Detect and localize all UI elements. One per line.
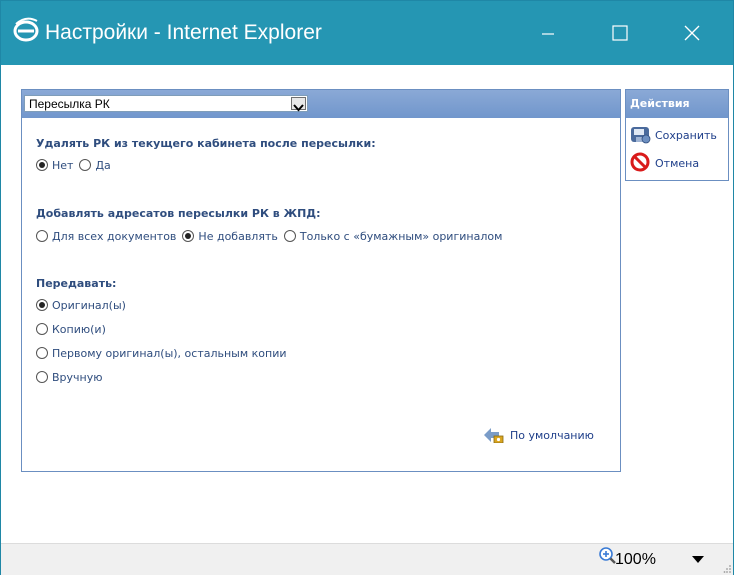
settings-panel: Пересылка РК Удалять РК из текущего каби…: [21, 89, 621, 472]
radio-transfer-first-original[interactable]: Первому оригинал(ы), остальным копии: [36, 347, 287, 360]
radio-button-checked[interactable]: [182, 230, 195, 242]
radio-delete-yes[interactable]: Да: [79, 159, 111, 172]
minimize-icon: [542, 33, 554, 35]
radio-button-checked[interactable]: [36, 299, 48, 311]
radio-button-checked[interactable]: [36, 159, 48, 171]
title-bar: Настройки - Internet Explorer: [1, 1, 733, 65]
add-recipients-label: Добавлять адресатов пересылки РК в ЖПД:: [36, 207, 321, 220]
browser-window: Настройки - Internet Explorer Пересылка …: [0, 0, 734, 575]
delete-after-forward-label: Удалять РК из текущего кабинета после пе…: [36, 137, 376, 150]
chevron-down-icon[interactable]: [291, 97, 306, 112]
restore-defaults-icon: [484, 428, 504, 443]
section-select[interactable]: Пересылка РК: [24, 95, 308, 112]
page-content: Пересылка РК Удалять РК из текущего каби…: [1, 65, 733, 543]
save-button[interactable]: Сохранить: [630, 124, 717, 144]
ie-logo-icon: [13, 17, 39, 42]
radio-add-none[interactable]: Не добавлять: [182, 230, 278, 243]
maximize-icon: [612, 25, 628, 41]
delete-after-forward-options: Нет Да: [36, 159, 117, 172]
radio-transfer-copies[interactable]: Копию(и): [36, 323, 106, 336]
cancel-label: Отмена: [655, 157, 700, 170]
add-recipients-options: Для всех документов Не добавлять Только с …: [36, 230, 508, 243]
radio-button[interactable]: [36, 347, 48, 359]
radio-button[interactable]: [36, 230, 48, 242]
window-title: Настройки - Internet Explorer: [45, 21, 322, 44]
close-button[interactable]: [663, 7, 721, 59]
save-icon: [631, 127, 651, 144]
save-label: Сохранить: [655, 129, 717, 142]
maximize-button[interactable]: [591, 7, 649, 59]
zoom-dropdown-icon[interactable]: [691, 555, 705, 564]
radio-transfer-manual[interactable]: Вручную: [36, 371, 103, 384]
minimize-button[interactable]: [519, 7, 577, 59]
radio-button[interactable]: [36, 323, 48, 335]
radio-add-paper-only[interactable]: Только с «бумажным» оригиналом: [283, 230, 502, 243]
settings-panel-header: Пересылка РК: [22, 90, 620, 118]
radio-button[interactable]: [79, 159, 92, 171]
radio-button[interactable]: [283, 230, 296, 242]
cancel-button[interactable]: Отмена: [630, 152, 699, 172]
restore-defaults-link[interactable]: По умолчанию: [482, 427, 594, 443]
close-icon: [684, 25, 700, 41]
actions-title: Действия: [630, 97, 690, 110]
radio-button[interactable]: [36, 371, 48, 383]
cancel-icon: [630, 152, 650, 172]
zoom-level[interactable]: 100%: [615, 551, 656, 569]
actions-panel-header: Действия: [626, 90, 728, 118]
resize-grip-icon[interactable]: [723, 564, 732, 573]
actions-panel: Действия Сохранить Отмена: [625, 89, 729, 181]
transfer-label: Передавать:: [36, 277, 117, 290]
radio-delete-no[interactable]: Нет: [36, 159, 73, 172]
status-bar: 100%: [1, 543, 733, 575]
radio-transfer-originals[interactable]: Оригинал(ы): [36, 299, 126, 312]
section-select-value: Пересылка РК: [29, 97, 110, 111]
radio-add-all[interactable]: Для всех документов: [36, 230, 176, 243]
restore-defaults-label: По умолчанию: [510, 429, 594, 442]
